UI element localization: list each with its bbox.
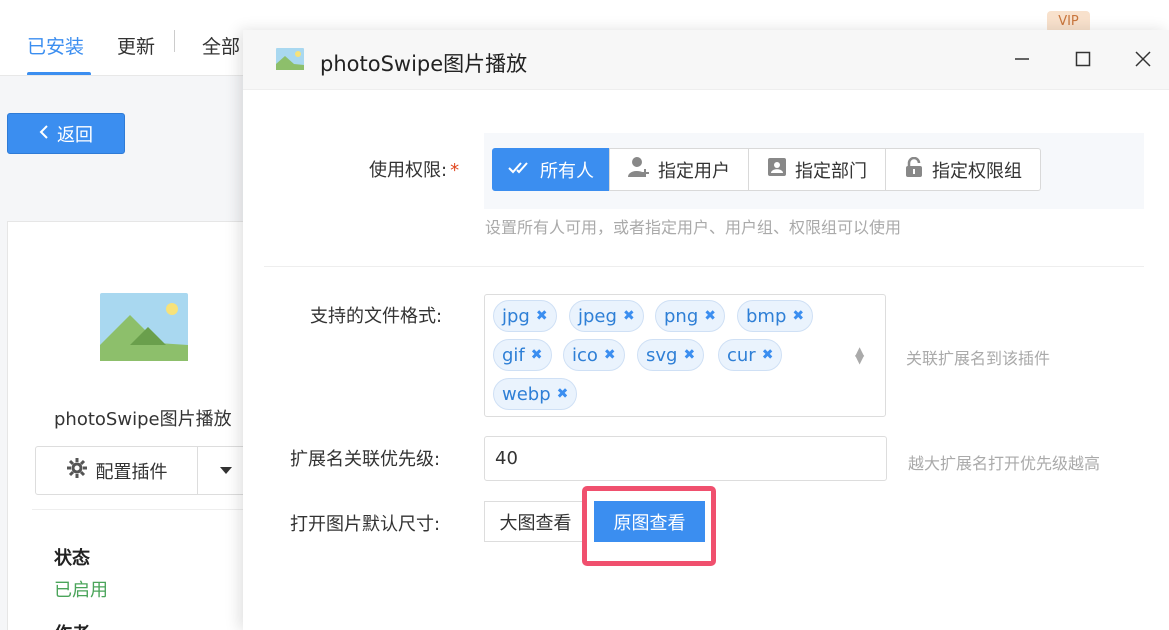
image-placeholder-icon (100, 293, 188, 361)
back-button-label: 返回 (57, 124, 93, 146)
double-check-icon (508, 159, 532, 180)
author-label: 作者 (54, 620, 90, 630)
maximize-icon[interactable] (1068, 44, 1098, 74)
remove-tag-icon[interactable]: ✖ (683, 347, 695, 363)
minimize-icon[interactable] (1007, 44, 1037, 74)
format-tag[interactable]: gif ✖ (493, 339, 552, 371)
format-tag[interactable]: bmp ✖ (737, 300, 814, 332)
back-button[interactable]: 返回 (7, 113, 125, 154)
tab-updates[interactable]: 更新 (117, 32, 155, 59)
tab-all[interactable]: 全部 (202, 32, 240, 59)
remove-tag-icon[interactable]: ✖ (531, 347, 543, 363)
department-icon (767, 157, 787, 182)
permission-hint: 设置所有人可用，或者指定用户、用户组、权限组可以使用 (485, 218, 902, 237)
formats-label: 支持的文件格式: (310, 306, 443, 327)
permission-option-everyone[interactable]: 所有人 (492, 148, 610, 191)
status-label: 状态 (54, 548, 90, 569)
remove-tag-icon[interactable]: ✖ (704, 308, 716, 324)
close-icon[interactable] (1128, 44, 1158, 74)
format-tag[interactable]: png ✖ (655, 300, 725, 332)
format-tag[interactable]: jpeg ✖ (569, 300, 644, 332)
plugin-card: photoSwipe图片播放 配置插件 状态 已启用 作者 (7, 221, 268, 630)
remove-tag-icon[interactable]: ✖ (604, 347, 616, 363)
plugin-name: photoSwipe图片播放 (54, 409, 232, 430)
format-tag[interactable]: webp ✖ (493, 378, 578, 410)
highlight-annotation (582, 486, 716, 566)
remove-tag-icon[interactable]: ✖ (557, 386, 569, 402)
priority-input[interactable]: 40 (484, 436, 887, 481)
remove-tag-icon[interactable]: ✖ (536, 308, 548, 324)
priority-hint: 越大扩展名打开优先级越高 (908, 454, 1101, 473)
size-option-large[interactable]: 大图查看 (484, 501, 587, 542)
configure-plugin-label: 配置插件 (95, 461, 168, 483)
gear-icon (66, 457, 88, 484)
tab-separator (174, 30, 175, 52)
permission-option-groups[interactable]: 指定权限组 (885, 148, 1041, 191)
configure-plugin-button[interactable]: 配置插件 (35, 446, 198, 495)
format-tag[interactable]: cur ✖ (718, 339, 783, 371)
image-icon (276, 48, 304, 70)
dialog-header: photoSwipe图片播放 (243, 30, 1169, 90)
format-tag[interactable]: jpg ✖ (493, 300, 557, 332)
permission-label: 使用权限: * (369, 160, 460, 181)
formats-hint: 关联扩展名到该插件 (906, 349, 1051, 368)
format-tag[interactable]: svg ✖ (637, 339, 705, 371)
sort-arrows-icon[interactable]: ▲ ▼ (855, 345, 864, 365)
priority-label: 扩展名关联优先级: (290, 449, 441, 470)
status-value: 已启用 (54, 580, 108, 601)
caret-down-icon (220, 464, 232, 478)
permission-option-group: 所有人 指定用户 指定部门 指定权限组 (492, 148, 1041, 191)
dialog-title: photoSwipe图片播放 (320, 52, 528, 76)
remove-tag-icon[interactable]: ✖ (792, 308, 804, 324)
format-tag[interactable]: ico ✖ (563, 339, 625, 371)
tab-installed[interactable]: 已安装 (27, 32, 84, 59)
remove-tag-icon[interactable]: ✖ (762, 347, 774, 363)
chevron-left-icon (39, 124, 49, 143)
remove-tag-icon[interactable]: ✖ (623, 308, 635, 324)
plugin-settings-dialog: photoSwipe图片播放 使用权限: * 所有人 指定用户 指定部门 指定权… (243, 30, 1169, 630)
section-divider (264, 266, 1144, 267)
formats-tag-input[interactable]: jpg ✖ jpeg ✖ png ✖ bmp ✖ gif ✖ ico ✖ svg ✖ cur ✖… (484, 294, 886, 417)
lock-icon (904, 156, 924, 182)
user-add-icon (628, 156, 650, 183)
card-divider (32, 509, 268, 510)
required-mark: * (450, 160, 460, 181)
permission-option-users[interactable]: 指定用户 (609, 148, 749, 191)
default-size-label: 打开图片默认尺寸: (290, 514, 441, 535)
permission-option-departments[interactable]: 指定部门 (748, 148, 886, 191)
